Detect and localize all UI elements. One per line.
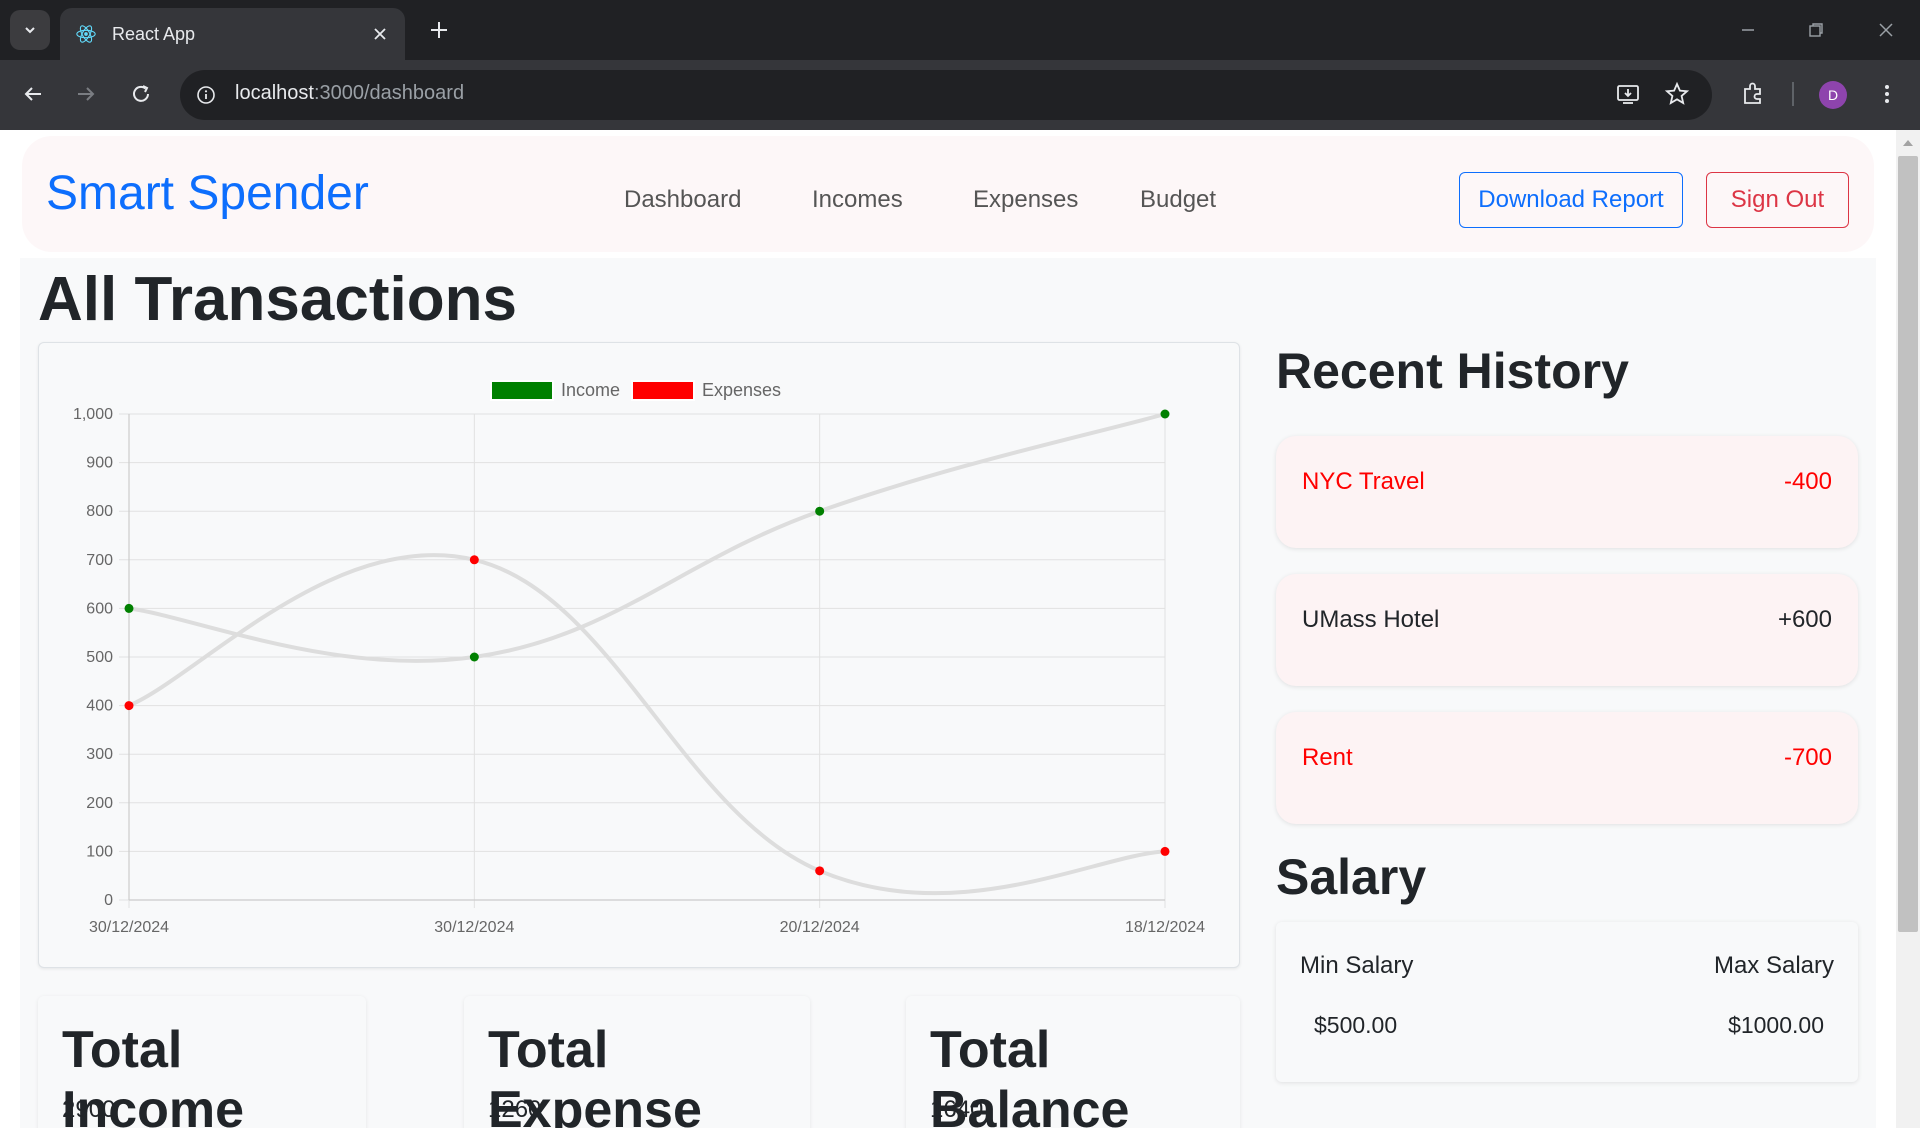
salary-card: Min Salary Max Salary $500.00 $1000.00 [1276, 922, 1858, 1082]
transactions-chart: 0 100 200 300 400 500 600 700 800 900 1,000 30/12/2… [38, 342, 1240, 968]
x-tick-label: 20/12/2024 [780, 919, 860, 936]
salary-title: Salary [1276, 849, 1427, 905]
total-income-value: 2900 [62, 1096, 116, 1123]
legend-swatch-expenses [631, 380, 695, 401]
kebab-menu-icon[interactable] [1872, 79, 1902, 109]
max-salary-label: Max Salary [1713, 952, 1834, 979]
url-text: localhost:3000/dashboard [235, 82, 464, 105]
y-tick-label: 500 [86, 649, 113, 666]
browser-tab-bar: React App [0, 0, 1920, 60]
plus-icon[interactable] [425, 16, 453, 44]
total-income-card: Total Income 2900 [38, 996, 366, 1128]
total-balance-card: Total Balance 1640 [906, 996, 1240, 1128]
y-tick-label: 0 [104, 892, 113, 909]
income-point [1160, 409, 1170, 419]
page-title: All Transactions [38, 265, 517, 334]
reload-icon[interactable] [123, 76, 159, 112]
total-balance-value: 1640 [930, 1096, 984, 1123]
recent-history-title: Recent History [1276, 343, 1629, 399]
y-tick-label: 100 [86, 843, 113, 860]
y-tick-label: 600 [86, 600, 113, 617]
y-tick-label: 1,000 [73, 406, 113, 423]
install-app-icon[interactable] [1613, 79, 1643, 109]
site-info-icon[interactable] [194, 83, 218, 107]
y-tick-label: 300 [86, 746, 113, 763]
back-arrow-icon[interactable] [15, 76, 51, 112]
sign-out-button[interactable]: Sign Out [1706, 172, 1849, 228]
legend-label-income: Income [561, 380, 620, 400]
brand-title[interactable]: Smart Spender [46, 166, 369, 221]
url-host: localhost [235, 82, 314, 104]
expenses-line [128, 553, 1166, 896]
total-expense-card: Total Expense 1260 [464, 996, 810, 1128]
legend-swatch-income [490, 380, 554, 401]
history-item-name: Rent [1302, 744, 1353, 771]
url-path: :3000/dashboard [313, 82, 465, 104]
toolbar-divider [1792, 82, 1794, 106]
income-point [124, 603, 134, 613]
min-salary-label: Min Salary [1300, 952, 1414, 979]
profile-avatar[interactable]: D [1819, 81, 1847, 109]
top-navbar: Smart Spender Dashboard Incomes Expenses… [22, 136, 1874, 252]
history-item-amount: -400 [1783, 468, 1832, 495]
income-point [815, 506, 825, 516]
max-salary-value: $1000.00 [1728, 1012, 1824, 1038]
download-report-button[interactable]: Download Report [1459, 172, 1683, 228]
y-tick-label: 400 [86, 698, 113, 715]
expenses-point [124, 701, 134, 711]
y-tick-label: 900 [86, 455, 113, 472]
expenses-point [1160, 846, 1170, 856]
y-tick-label: 200 [86, 795, 113, 812]
x-tick-label: 30/12/2024 [434, 919, 514, 936]
history-item[interactable]: NYC Travel -400 [1276, 436, 1858, 548]
income-line [128, 412, 1166, 663]
nav-link-expenses[interactable]: Expenses [973, 186, 1078, 214]
nav-link-incomes[interactable]: Incomes [812, 186, 903, 214]
browser-tab[interactable]: React App [60, 8, 405, 60]
minimize-icon[interactable] [1730, 14, 1766, 46]
tab-title: React App [112, 23, 196, 44]
extensions-icon[interactable] [1738, 79, 1768, 109]
y-tick-label: 800 [86, 503, 113, 520]
total-expense-value: 1260 [488, 1096, 542, 1123]
tab-search-icon[interactable] [10, 10, 50, 50]
x-tick-label: 30/12/2024 [89, 919, 169, 936]
history-item[interactable]: UMass Hotel +600 [1276, 574, 1858, 686]
nav-link-budget[interactable]: Budget [1140, 186, 1216, 214]
react-logo-icon [74, 22, 98, 46]
scroll-up-arrow-icon[interactable] [1901, 136, 1915, 150]
expenses-point [815, 866, 825, 876]
forward-arrow-icon[interactable] [68, 76, 104, 112]
history-item-amount: -700 [1783, 744, 1832, 771]
nav-link-dashboard[interactable]: Dashboard [624, 186, 741, 214]
y-tick-label: 700 [86, 552, 113, 569]
legend-label-expenses: Expenses [702, 380, 781, 400]
scrollbar-thumb[interactable] [1898, 156, 1918, 932]
history-item[interactable]: Rent -700 [1276, 712, 1858, 824]
page-viewport: Smart Spender Dashboard Incomes Expenses… [0, 130, 1896, 1128]
star-icon[interactable] [1662, 79, 1692, 109]
close-icon[interactable] [369, 23, 391, 45]
window-close-icon[interactable] [1868, 14, 1904, 46]
line-chart: 0 100 200 300 400 500 600 700 800 900 1,000 30/12/2… [73, 380, 1205, 936]
x-tick-label: 18/12/2024 [1125, 919, 1205, 936]
income-point [469, 652, 479, 662]
dashboard-content: All Transactions 0 100 200 300 400 500 600 700 8… [20, 258, 1876, 1128]
restore-icon[interactable] [1798, 14, 1834, 46]
expenses-point [469, 555, 479, 565]
history-item-amount: +600 [1777, 606, 1832, 633]
min-salary-value: $500.00 [1314, 1012, 1398, 1038]
history-item-name: UMass Hotel [1302, 606, 1440, 633]
history-item-name: NYC Travel [1302, 468, 1425, 495]
